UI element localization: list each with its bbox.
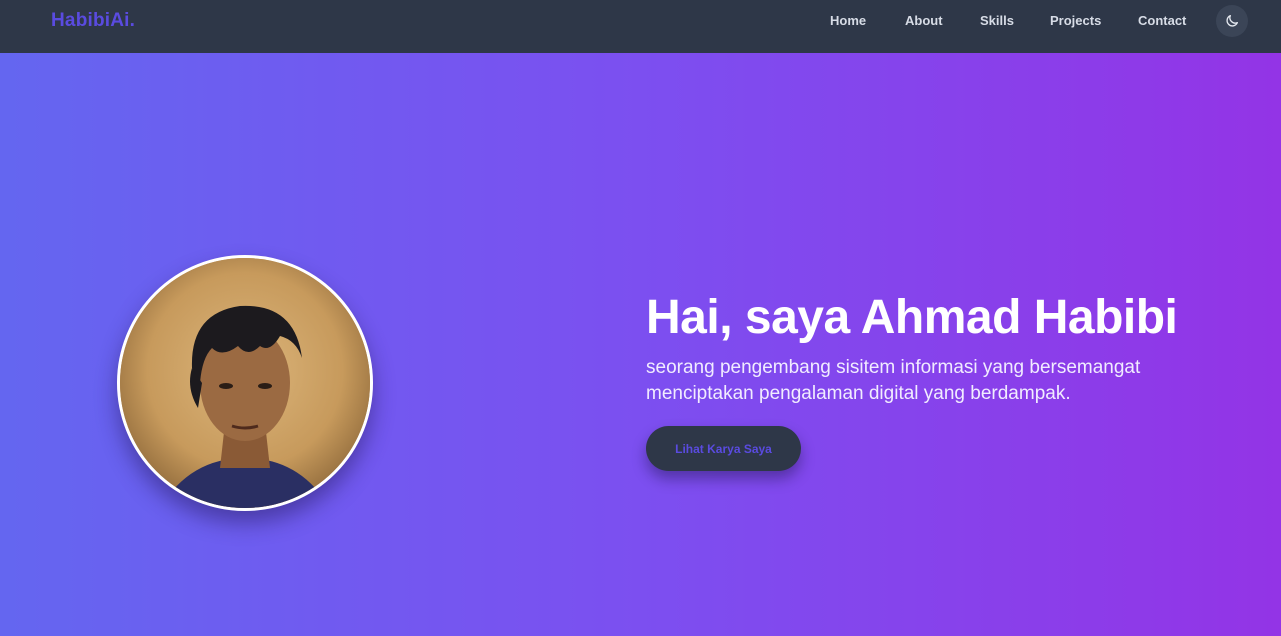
nav-links: Home About Skills Projects Contact	[0, 0, 1281, 53]
profile-photo	[120, 258, 370, 508]
view-work-button[interactable]: Lihat Karya Saya	[646, 426, 801, 471]
nav-link-contact[interactable]: Contact	[1138, 13, 1186, 28]
nav-link-about[interactable]: About	[905, 13, 943, 28]
navbar: HabibiAi. Home About Skills Projects Con…	[0, 0, 1281, 53]
nav-link-home[interactable]: Home	[830, 13, 866, 28]
hero-subtitle: seorang pengembang sisitem informasi yan…	[646, 357, 1141, 404]
nav-link-skills[interactable]: Skills	[980, 13, 1014, 28]
moon-icon	[1226, 15, 1238, 27]
profile-avatar	[117, 255, 373, 511]
hero-section: Hai, saya Ahmad Habibi seorang pengemban…	[0, 53, 1281, 636]
nav-link-projects[interactable]: Projects	[1050, 13, 1101, 28]
hero-title: Hai, saya Ahmad Habibi	[646, 291, 1178, 344]
theme-toggle-button[interactable]	[1216, 5, 1248, 37]
